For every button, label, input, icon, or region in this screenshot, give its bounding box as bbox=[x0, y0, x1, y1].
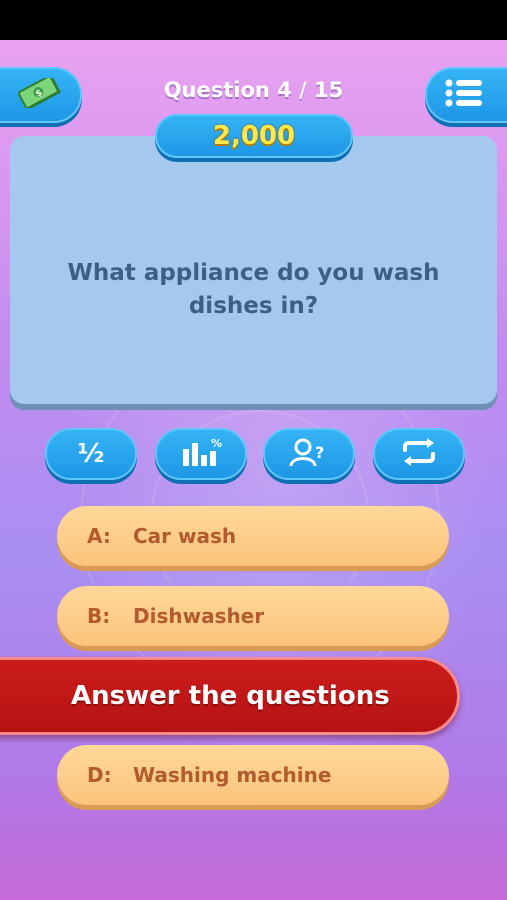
lifeline-expert-button[interactable]: ? bbox=[263, 428, 355, 480]
menu-button[interactable] bbox=[425, 67, 507, 123]
fifty-fifty-icon: ½ bbox=[77, 439, 105, 469]
answer-option-b[interactable]: B: Dishwasher bbox=[57, 586, 449, 646]
svg-text:?: ? bbox=[315, 443, 324, 462]
ask-expert-icon: ? bbox=[287, 436, 331, 472]
prize-amount: 2,000 bbox=[155, 114, 353, 158]
switch-question-icon bbox=[397, 436, 441, 472]
answer-letter: B: bbox=[87, 604, 111, 628]
question-card: What appliance do you wash dishes in? bbox=[10, 136, 497, 404]
answer-letter: A: bbox=[87, 524, 111, 548]
audience-poll-icon: % bbox=[179, 436, 223, 472]
list-menu-icon bbox=[444, 78, 484, 112]
instruction-banner: Answer the questions bbox=[0, 657, 460, 735]
svg-text:%: % bbox=[211, 437, 222, 450]
question-text: What appliance do you wash dishes in? bbox=[67, 260, 440, 319]
answer-option-a[interactable]: A: Car wash bbox=[57, 506, 449, 566]
lifeline-fifty-fifty-button[interactable]: ½ bbox=[45, 428, 137, 480]
lifeline-audience-button[interactable]: % bbox=[155, 428, 247, 480]
answer-text: Car wash bbox=[133, 524, 237, 548]
answer-text: Dishwasher bbox=[133, 604, 265, 628]
answer-option-d[interactable]: D: Washing machine bbox=[57, 745, 449, 805]
answer-text: Washing machine bbox=[133, 763, 332, 787]
lifeline-switch-button[interactable] bbox=[373, 428, 465, 480]
game-stage: $ Question 4 / 15 What appliance do you … bbox=[0, 40, 507, 900]
answer-letter: D: bbox=[87, 763, 112, 787]
status-bar bbox=[0, 0, 507, 40]
